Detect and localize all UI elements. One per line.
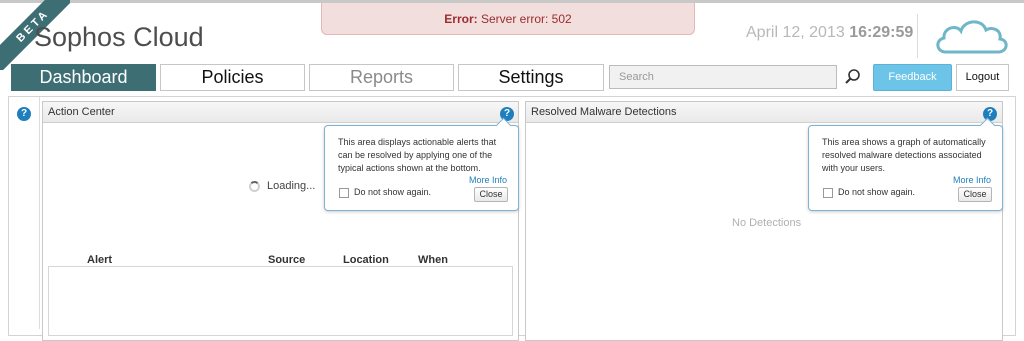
loading-text: Loading...	[267, 180, 316, 192]
search-input[interactable]: Search	[609, 65, 837, 89]
loading-spinner-icon	[249, 181, 260, 192]
logout-button[interactable]: Logout	[956, 64, 1009, 91]
do-not-show-label: Do not show again.	[838, 187, 916, 197]
header-divider	[917, 14, 918, 58]
left-rail	[9, 97, 40, 329]
action-center-tooltip: This area displays actionable alerts tha…	[324, 117, 519, 211]
current-datetime: April 12, 2013 16:29:59	[746, 24, 913, 42]
more-info-link[interactable]: More Info	[953, 175, 991, 185]
alerts-table	[48, 266, 513, 336]
tooltip-text: This area shows a graph of automatically…	[822, 137, 986, 173]
action-center-title: Action Center	[43, 102, 518, 123]
column-header-alert[interactable]: Alert	[87, 254, 112, 266]
tab-reports[interactable]: Reports	[309, 64, 454, 91]
current-time: 16:29:59	[849, 24, 914, 41]
tooltip-close-button[interactable]: Close	[474, 187, 508, 202]
tooltip-text: This area displays actionable alerts tha…	[338, 137, 497, 173]
error-message: Server error: 502	[480, 12, 572, 26]
tooltip-close-button[interactable]: Close	[958, 187, 992, 202]
current-date: April 12, 2013	[746, 24, 845, 41]
feedback-button[interactable]: Feedback	[873, 64, 952, 91]
do-not-show-checkbox[interactable]	[823, 188, 833, 198]
do-not-show-checkbox[interactable]	[339, 188, 349, 198]
tab-settings[interactable]: Settings	[458, 64, 604, 91]
column-header-source[interactable]: Source	[268, 254, 305, 266]
error-banner: Error: Server error: 502	[321, 3, 695, 35]
no-detections-text: No Detections	[732, 217, 802, 229]
main-nav: Dashboard Policies Reports Settings Sear…	[0, 63, 1024, 93]
tab-dashboard[interactable]: Dashboard	[11, 64, 156, 91]
column-header-location[interactable]: Location	[343, 254, 389, 266]
malware-tooltip: This area shows a graph of automatically…	[808, 117, 1003, 211]
do-not-show-label: Do not show again.	[354, 187, 432, 197]
search-icon[interactable]	[842, 66, 864, 88]
malware-title: Resolved Malware Detections	[526, 102, 1002, 123]
error-prefix: Error:	[444, 12, 478, 26]
more-info-link[interactable]: More Info	[469, 175, 507, 185]
cloud-icon	[936, 20, 1008, 54]
column-header-when[interactable]: When	[418, 254, 448, 266]
help-icon[interactable]: ?	[17, 107, 31, 121]
app-logo-text: Sophos Cloud	[34, 22, 204, 52]
tab-policies[interactable]: Policies	[160, 64, 305, 91]
